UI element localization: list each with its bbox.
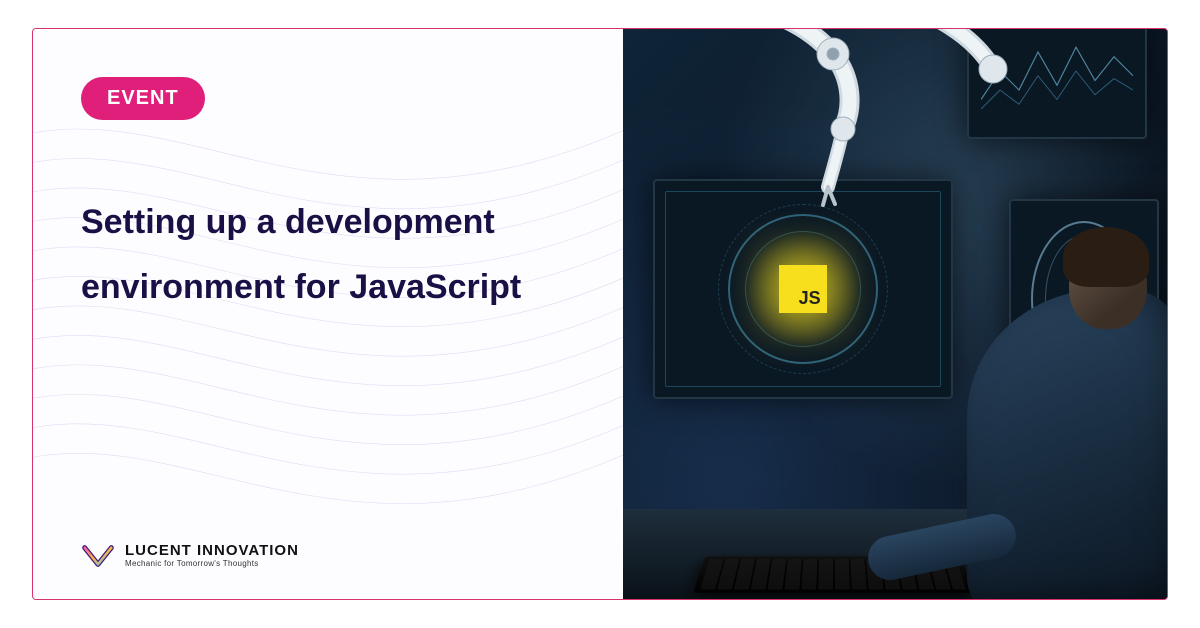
javascript-logo-icon: JS (779, 265, 827, 313)
promo-card: EVENT Setting up a development environme… (32, 28, 1168, 600)
brand-name: LUCENT INNOVATION (125, 543, 299, 560)
chart-icon (981, 33, 1133, 128)
brand-block: LUCENT INNOVATION Mechanic for Tomorrow'… (81, 541, 299, 571)
brand-logo-icon (81, 541, 115, 571)
monitor-background-right (967, 29, 1147, 139)
content-panel: EVENT Setting up a development environme… (33, 29, 623, 599)
event-badge: EVENT (81, 77, 205, 120)
brand-tagline: Mechanic for Tomorrow's Thoughts (125, 560, 299, 569)
hero-illustration: JS (623, 29, 1167, 599)
page-title: Setting up a development environment for… (81, 190, 583, 319)
monitor-main: JS (653, 179, 953, 399)
